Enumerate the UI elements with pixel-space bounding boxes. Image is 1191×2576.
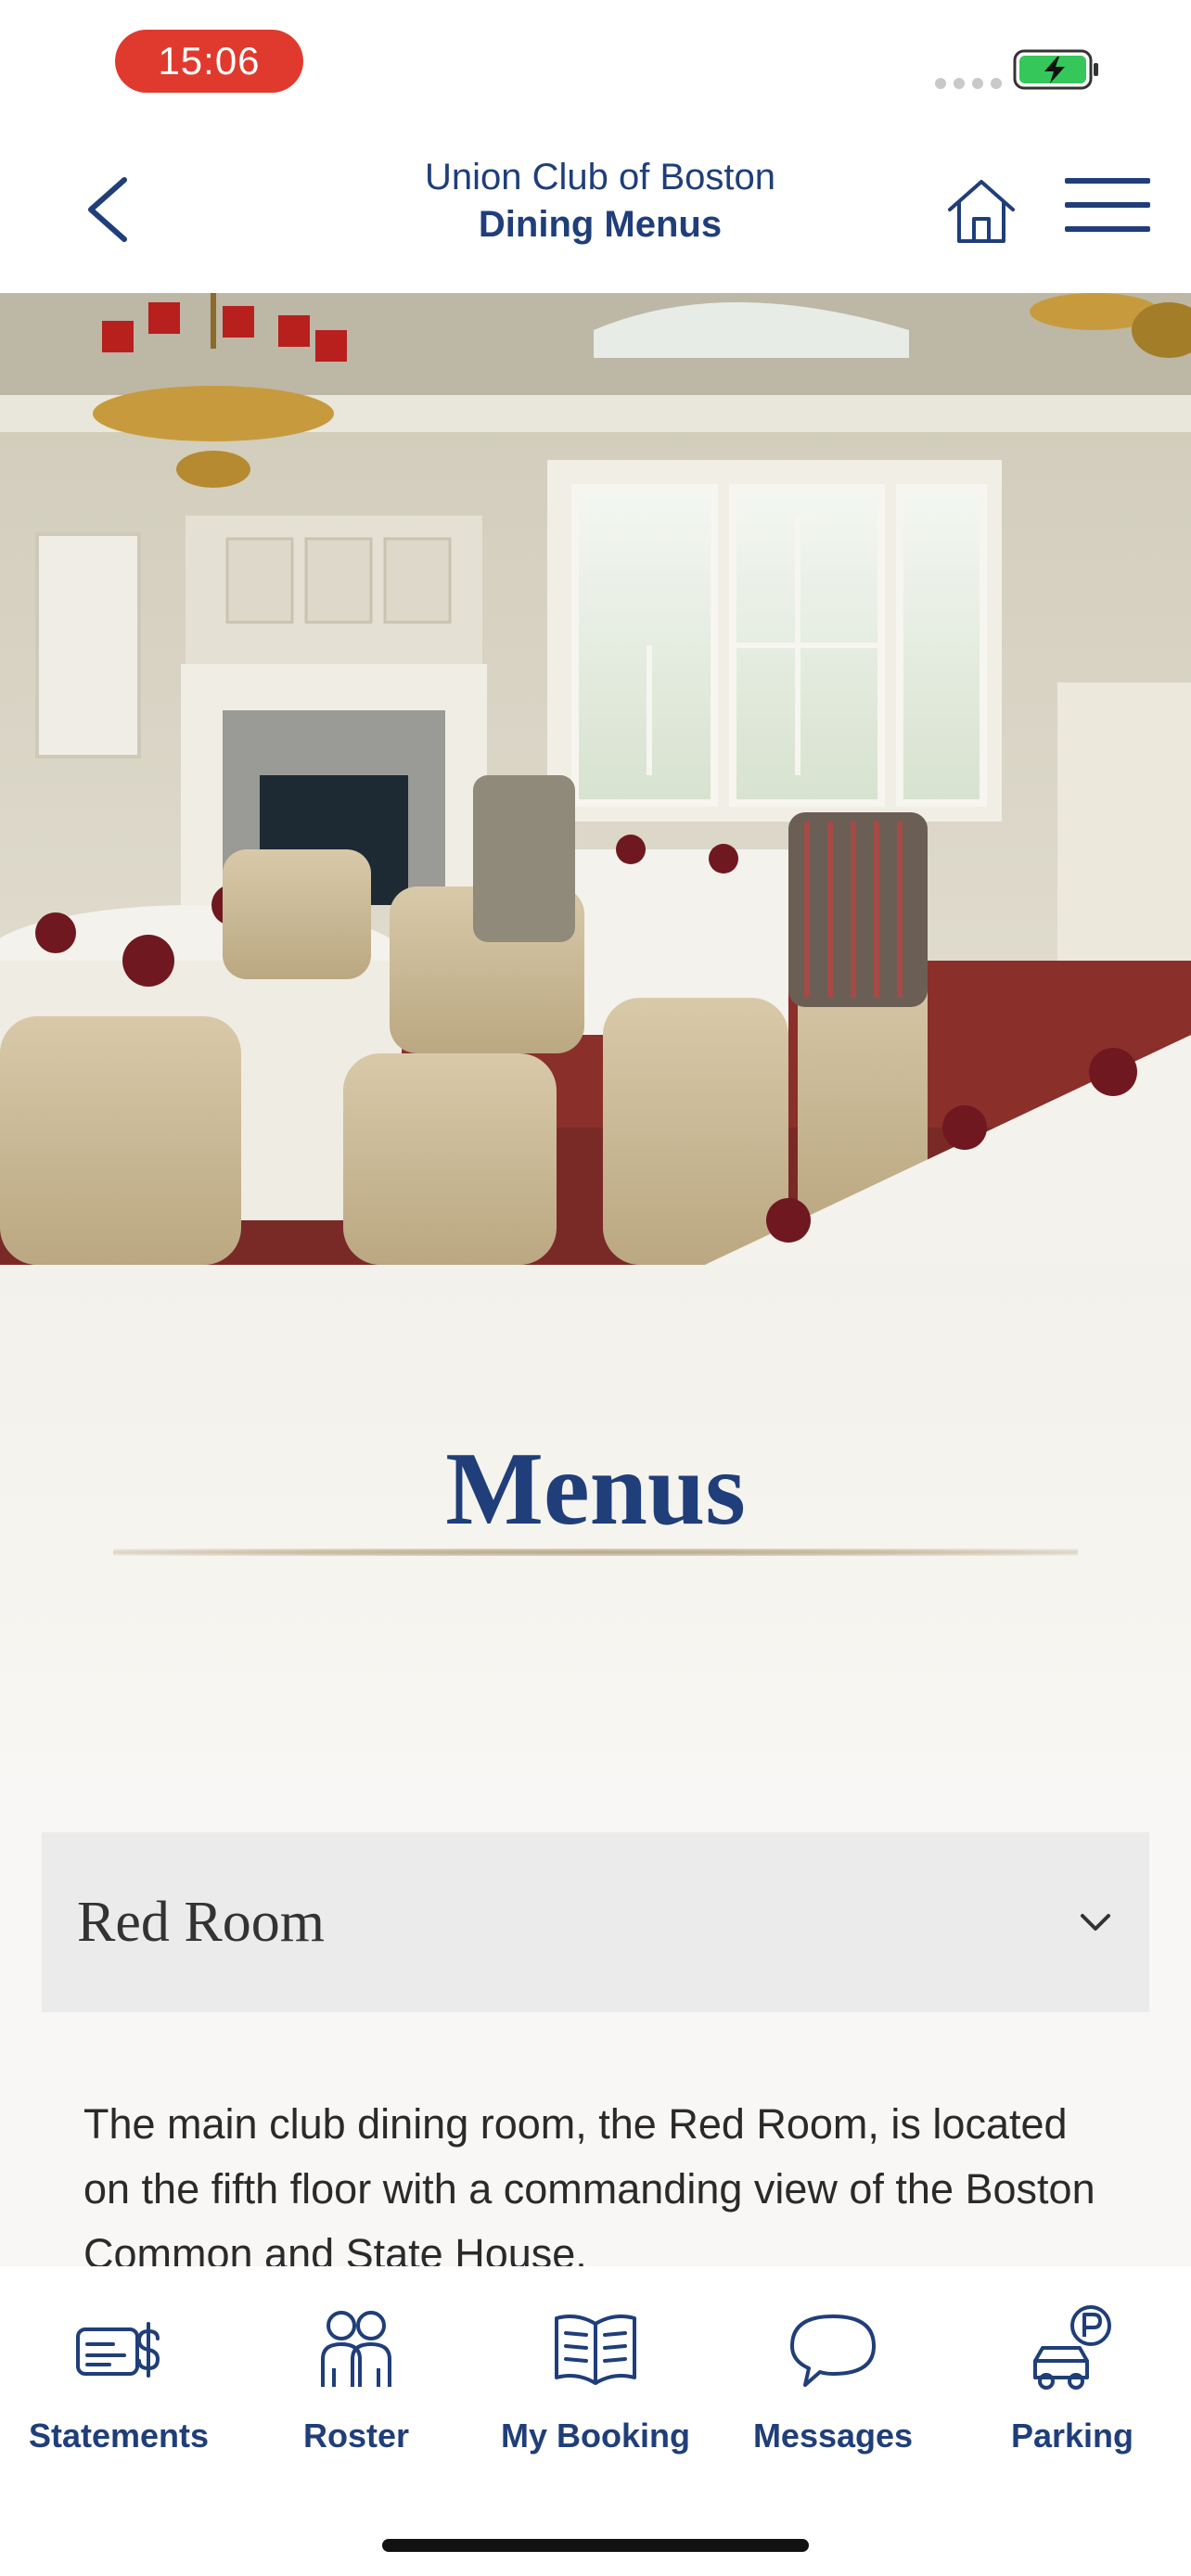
tab-my-booking[interactable]: My Booking <box>477 2303 714 2470</box>
tab-roster-label: Roster <box>302 2417 410 2455</box>
top-navigation-header: Union Club of Boston Dining Menus <box>0 130 1191 293</box>
dining-room-photo <box>0 293 1191 1265</box>
section-title: Menus <box>445 1432 746 1547</box>
open-book-icon <box>555 2315 636 2385</box>
car-parking-icon <box>1033 2305 1111 2390</box>
statement-dollar-icon <box>76 2322 160 2378</box>
header-title: Union Club of Boston Dining Menus <box>278 154 922 249</box>
chevron-down-icon <box>1081 1914 1110 1931</box>
people-icon <box>321 2311 391 2387</box>
menus-title-section: Menus <box>0 1265 1191 1777</box>
battery-charging-icon <box>1013 49 1098 90</box>
club-name: Union Club of Boston <box>424 157 775 198</box>
signal-icon <box>935 78 1002 89</box>
chat-bubble-icon <box>790 2315 876 2387</box>
tab-statements-label: Statements <box>28 2417 210 2455</box>
accordion-red-room[interactable]: Red Room <box>42 1832 1149 2012</box>
title-divider <box>113 1549 1078 1556</box>
tab-messages-label: Messages <box>752 2417 914 2455</box>
tab-messages[interactable]: Messages <box>714 2303 952 2470</box>
tab-my-booking-label: My Booking <box>501 2417 690 2455</box>
bottom-tab-bar: Statements Roster My Booking Messages Pa… <box>0 2266 1191 2576</box>
tab-roster[interactable]: Roster <box>237 2303 475 2470</box>
accordion-label: Red Room <box>77 1890 325 1954</box>
page-title: Dining Menus <box>478 204 723 245</box>
home-icon[interactable] <box>944 174 1018 249</box>
tab-parking[interactable]: Parking <box>954 2303 1191 2470</box>
status-time: 15:06 <box>115 30 303 93</box>
room-description: The main club dining room, the Red Room,… <box>83 2100 1095 2266</box>
home-indicator[interactable] <box>382 2539 809 2552</box>
status-bar: 15:06 <box>0 0 1191 130</box>
tab-statements[interactable]: Statements <box>0 2303 237 2470</box>
hamburger-menu-icon[interactable] <box>1065 178 1150 245</box>
chevron-left-icon[interactable] <box>72 172 147 247</box>
tab-parking-label: Parking <box>1010 2417 1134 2455</box>
menu-content: Red Room The main club dining room, the … <box>0 1777 1191 2266</box>
